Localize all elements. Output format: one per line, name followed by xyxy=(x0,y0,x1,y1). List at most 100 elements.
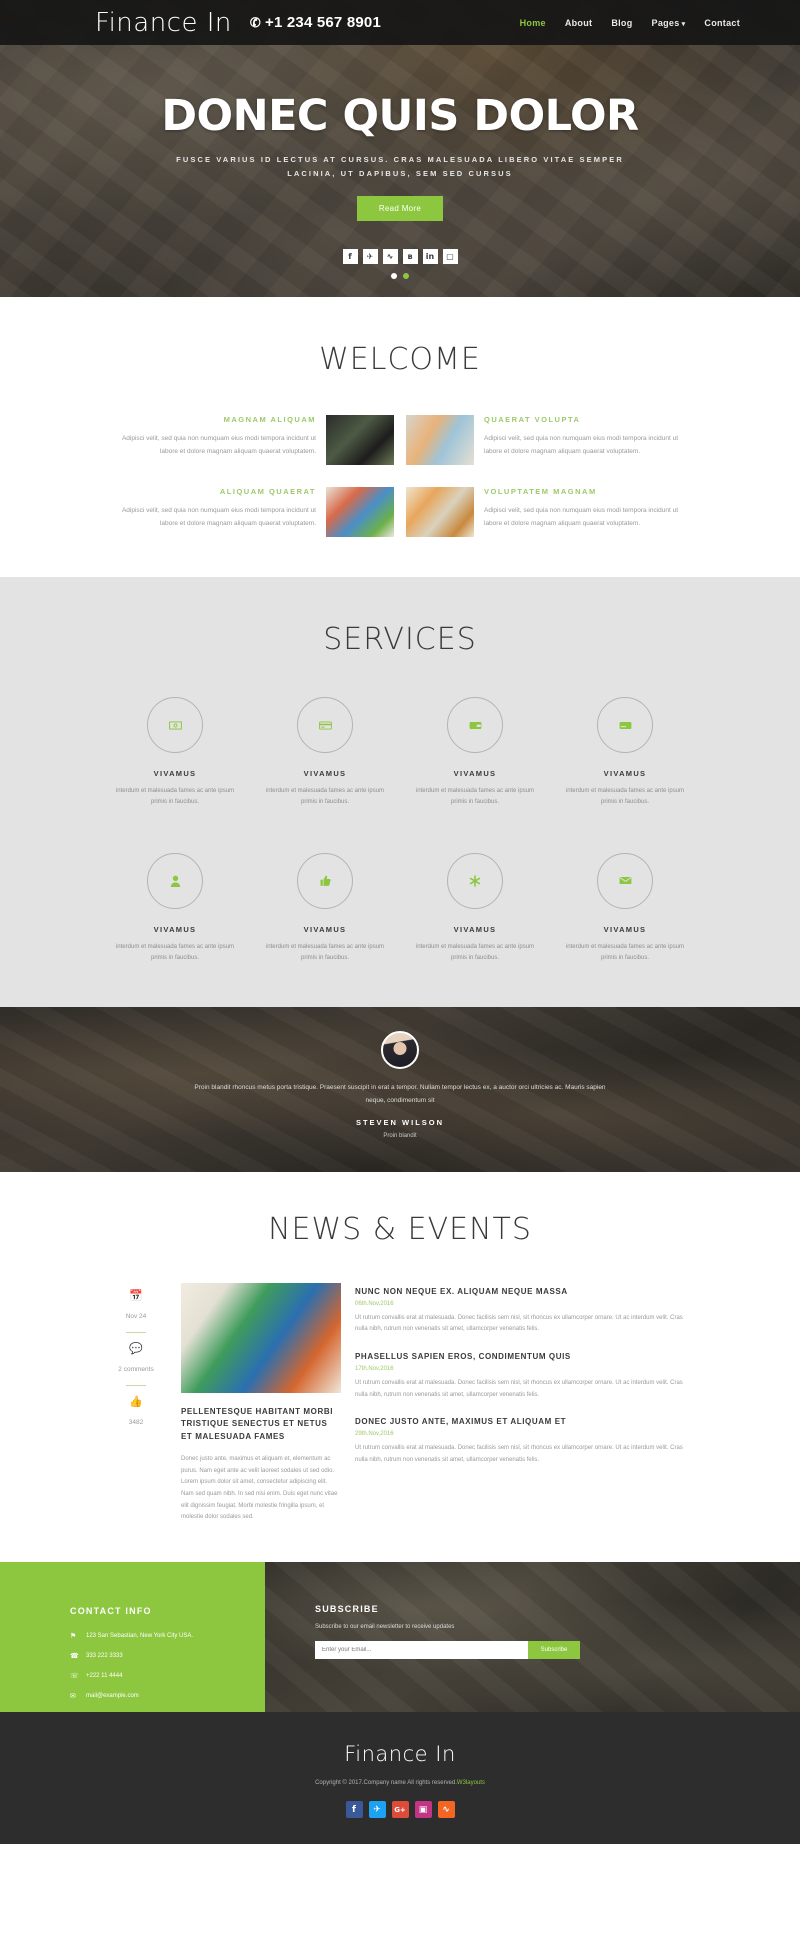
comment-icon: 💬 xyxy=(129,1342,143,1355)
welcome-card-heading: QUAERAT VOLUPTA xyxy=(484,415,581,424)
footer-copyright: Copyright © 2017.Company name All rights… xyxy=(315,1780,485,1787)
stripe-card-icon[interactable] xyxy=(597,697,653,753)
welcome-section: WELCOME MAGNAM ALIQUAM Adipisci velit, s… xyxy=(0,297,800,577)
welcome-card-text: Adipisci velit, sed quia non numquam eiu… xyxy=(484,507,679,528)
user-icon[interactable] xyxy=(147,852,203,909)
vk-icon[interactable]: в xyxy=(402,248,418,264)
welcome-card-heading: ALIQUAM QUAERAT xyxy=(219,487,316,496)
testimonial-role: Proin blandit xyxy=(383,1132,417,1139)
service-text: interdum et malesuada fames ac ante ipsu… xyxy=(115,788,235,806)
carousel-dot-1[interactable] xyxy=(391,273,397,279)
subscribe-subtitle: Subscribe to our email newsletter to rec… xyxy=(315,1624,455,1631)
service-item: VIVAMUS interdum et malesuada fames ac a… xyxy=(250,852,400,965)
like-icon[interactable]: 👍 xyxy=(105,1395,167,1408)
facebook-icon[interactable]: f xyxy=(342,248,358,264)
news-item-text: Ut rutrum convallis erat at malesuada. D… xyxy=(355,1445,683,1463)
instagram-icon[interactable]: ▢ xyxy=(442,248,458,264)
service-text: interdum et malesuada fames ac ante ipsu… xyxy=(565,788,685,806)
welcome-card-image xyxy=(326,487,394,537)
news-item-heading[interactable]: NUNC NON NEQUE EX. ALIQUAM NEQUE MASSA xyxy=(355,1287,695,1296)
phone-icon: ☎ xyxy=(70,1653,79,1661)
service-text: interdum et malesuada fames ac ante ipsu… xyxy=(565,943,685,962)
service-heading: VIVAMUS xyxy=(153,924,197,934)
google-plus-icon[interactable]: G+ xyxy=(391,1801,409,1819)
subscribe-form: Subscribe xyxy=(315,1641,580,1660)
asterisk-icon[interactable] xyxy=(447,852,503,909)
service-text: interdum et malesuada fames ac ante ipsu… xyxy=(415,943,535,962)
hero-social-links: f ✈ ∿ в in ▢ xyxy=(342,248,458,264)
twitter-icon[interactable]: ✈ xyxy=(368,1801,386,1819)
main-nav: Home About Blog Pages ▾ Contact xyxy=(520,18,740,28)
news-feature-heading[interactable]: PELLENTESQUE HABITANT MORBI TRISTIQUE SE… xyxy=(181,1406,341,1444)
services-grid: VIVAMUS interdum et malesuada fames ac a… xyxy=(100,697,700,965)
nav-item-blog[interactable]: Blog xyxy=(611,18,632,28)
footer-social-links: f ✈ G+ ▣ ∿ xyxy=(0,1801,800,1819)
news-meta-comments: 💬 2 comments xyxy=(105,1342,167,1376)
hero-subtitle: FUSCE VARIUS ID LECTUS AT CURSUS. CRAS M… xyxy=(176,155,624,179)
service-heading: VIVAMUS xyxy=(453,924,497,934)
contact-subscribe-band: CONTACT INFO ⚑ 123 San Sebastian, New Yo… xyxy=(0,1562,800,1713)
news-list-item: NUNC NON NEQUE EX. ALIQUAM NEQUE MASSA 0… xyxy=(355,1287,695,1336)
facebook-icon[interactable]: f xyxy=(345,1801,363,1819)
service-heading: VIVAMUS xyxy=(303,924,347,934)
carousel-dots xyxy=(0,273,800,279)
mobile-icon: ☏ xyxy=(70,1673,79,1681)
money-bill-icon[interactable] xyxy=(147,697,203,753)
subscribe-title: SUBSCRIBE xyxy=(315,1604,379,1615)
thumbs-up-icon[interactable] xyxy=(297,852,353,909)
nav-item-home[interactable]: Home xyxy=(520,18,546,28)
subscribe-panel: SUBSCRIBE Subscribe to our email newslet… xyxy=(265,1562,800,1713)
welcome-card-image xyxy=(326,415,394,465)
service-text: interdum et malesuada fames ac ante ipsu… xyxy=(415,788,535,806)
welcome-card: QUAERAT VOLUPTA Adipisci velit, sed quia… xyxy=(406,415,695,465)
rss-icon[interactable]: ∿ xyxy=(437,1801,455,1819)
subscribe-email-input[interactable] xyxy=(315,1641,528,1660)
instagram-icon[interactable]: ▣ xyxy=(414,1801,432,1819)
read-more-button[interactable]: Read More xyxy=(356,195,444,221)
welcome-card-text: Adipisci velit, sed quia non numquam eiu… xyxy=(121,507,316,528)
nav-item-about[interactable]: About xyxy=(565,18,593,28)
services-title: SERVICES xyxy=(323,622,477,657)
welcome-card-text: Adipisci velit, sed quia non numquam eiu… xyxy=(484,435,679,456)
nav-item-pages[interactable]: Pages ▾ xyxy=(652,18,686,28)
service-item: VIVAMUS interdum et malesuada fames ac a… xyxy=(100,697,250,809)
welcome-card: VOLUPTATEM MAGNAM Adipisci velit, sed qu… xyxy=(406,487,695,537)
hero-title: DONEC QUIS DOLOR xyxy=(161,91,639,141)
service-text: interdum et malesuada fames ac ante ipsu… xyxy=(115,943,235,962)
subscribe-button[interactable]: Subscribe xyxy=(528,1641,580,1660)
rss-icon[interactable]: ∿ xyxy=(382,248,398,264)
wallet-icon[interactable] xyxy=(447,697,503,753)
page-root: Finance In ✆ +1 234 567 8901 Home About … xyxy=(0,0,800,1845)
avatar xyxy=(381,1030,419,1069)
news-item-heading[interactable]: PHASELLUS SAPIEN EROS, CONDIMENTUM QUIS xyxy=(355,1352,695,1361)
footer-credit-link[interactable]: W3layouts xyxy=(457,1780,485,1786)
nav-item-contact[interactable]: Contact xyxy=(704,18,740,28)
news-list: NUNC NON NEQUE EX. ALIQUAM NEQUE MASSA 0… xyxy=(355,1283,695,1525)
news-meta-date: 📅 Nov 24 xyxy=(105,1289,167,1323)
news-feature-text: Donec justo ante, maximus et aliquam et,… xyxy=(181,1455,338,1521)
news-item-heading[interactable]: DONEC JUSTO ANTE, MAXIMUS ET ALIQUAM ET xyxy=(355,1417,695,1426)
testimonial-quote: Proin blandit rhoncus metus porta tristi… xyxy=(194,1083,606,1105)
site-logo[interactable]: Finance In xyxy=(95,10,232,36)
footer-logo[interactable]: Finance In xyxy=(0,1742,800,1766)
service-heading: VIVAMUS xyxy=(303,769,347,778)
service-text: interdum et malesuada fames ac ante ipsu… xyxy=(265,788,385,806)
news-item-text: Ut rutrum convallis erat at malesuada. D… xyxy=(355,1379,683,1398)
envelope-icon[interactable] xyxy=(597,852,653,909)
contact-row-phone: ☎ 333 222 3333 xyxy=(70,1653,123,1661)
news-item-date: 17th.Nov,2016 xyxy=(355,1365,394,1372)
welcome-card: MAGNAM ALIQUAM Adipisci velit, sed quia … xyxy=(105,415,394,465)
divider xyxy=(126,1384,146,1386)
welcome-card: ALIQUAM QUAERAT Adipisci velit, sed quia… xyxy=(105,487,394,537)
news-grid: 📅 Nov 24 💬 2 comments 👍 3482 PELLENTESQU… xyxy=(105,1282,695,1525)
carousel-dot-2[interactable] xyxy=(403,273,409,279)
news-feature-image xyxy=(181,1282,341,1393)
linkedin-icon[interactable]: in xyxy=(422,248,438,264)
credit-card-icon[interactable] xyxy=(297,697,353,753)
header-phone[interactable]: ✆ +1 234 567 8901 xyxy=(249,14,381,31)
service-item: VIVAMUS interdum et malesuada fames ac a… xyxy=(400,697,550,809)
news-feature: PELLENTESQUE HABITANT MORBI TRISTIQUE SE… xyxy=(181,1282,341,1525)
twitter-icon[interactable]: ✈ xyxy=(362,248,378,264)
welcome-card-image xyxy=(406,415,474,465)
service-item: VIVAMUS interdum et malesuada fames ac a… xyxy=(250,697,400,809)
